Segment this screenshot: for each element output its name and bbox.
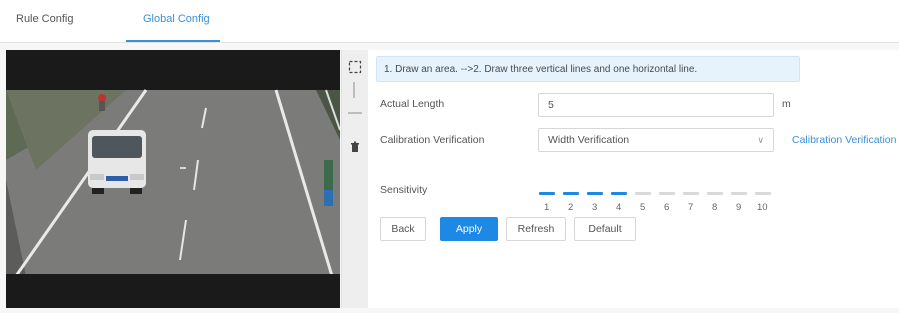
calibration-verification-select[interactable]: Width Verification ∨: [538, 128, 774, 152]
sensitivity-tick-label: 1: [544, 202, 550, 213]
sensitivity-slider[interactable]: 1 2 3 4 5 6 7 8 9 10: [539, 192, 789, 216]
sensitivity-segment[interactable]: [611, 192, 627, 195]
calibration-selected-value: Width Verification: [548, 134, 630, 146]
length-unit: m: [782, 98, 791, 110]
tab-rule-config[interactable]: Rule Config: [16, 13, 73, 25]
video-preview[interactable]: [6, 50, 340, 308]
sensitivity-segment[interactable]: [563, 192, 579, 195]
sensitivity-tick-label: 10: [757, 202, 768, 213]
calibration-verification-label: Calibration Verification: [380, 134, 485, 146]
tab-bar: Rule Config Global Config: [0, 0, 899, 43]
sensitivity-segment[interactable]: [707, 192, 723, 195]
sensitivity-segment[interactable]: [683, 192, 699, 195]
sensitivity-tick-label: 5: [640, 202, 646, 213]
sensitivity-segment[interactable]: [539, 192, 555, 195]
sensitivity-tick-label: 6: [664, 202, 670, 213]
back-button[interactable]: Back: [380, 217, 426, 241]
sensitivity-segment[interactable]: [755, 192, 771, 195]
chevron-down-icon: ∨: [757, 135, 764, 145]
horizontal-line-icon[interactable]: [348, 108, 362, 118]
sensitivity-tick-label: 4: [616, 202, 622, 213]
config-panel: 1. Draw an area. -->2. Draw three vertic…: [368, 50, 899, 308]
sensitivity-tick-label: 2: [568, 202, 574, 213]
actual-length-label: Actual Length: [380, 98, 445, 110]
draw-area-icon[interactable]: [348, 60, 362, 74]
vertical-line-icon[interactable]: [352, 82, 356, 98]
sensitivity-segment[interactable]: [635, 192, 651, 195]
calibration-verification-link[interactable]: Calibration Verification: [792, 134, 896, 146]
drawing-toolbar: [341, 50, 369, 308]
actual-length-input[interactable]: 5: [538, 93, 774, 117]
sensitivity-segment[interactable]: [659, 192, 675, 195]
sensitivity-segment[interactable]: [587, 192, 603, 195]
sensitivity-segment[interactable]: [731, 192, 747, 195]
tab-global-config[interactable]: Global Config: [143, 13, 210, 25]
sensitivity-tick-label: 9: [736, 202, 742, 213]
default-button[interactable]: Default: [574, 217, 636, 241]
refresh-button[interactable]: Refresh: [506, 217, 566, 241]
instruction-tip: 1. Draw an area. -->2. Draw three vertic…: [376, 56, 800, 82]
car: [88, 130, 146, 194]
sensitivity-tick-label: 7: [688, 202, 694, 213]
apply-button[interactable]: Apply: [440, 217, 498, 241]
sensitivity-label: Sensitivity: [380, 184, 428, 196]
clear-icon[interactable]: [348, 140, 362, 154]
sensitivity-tick-label: 3: [592, 202, 598, 213]
active-tab-indicator: [126, 40, 220, 42]
sensitivity-tick-label: 8: [712, 202, 718, 213]
